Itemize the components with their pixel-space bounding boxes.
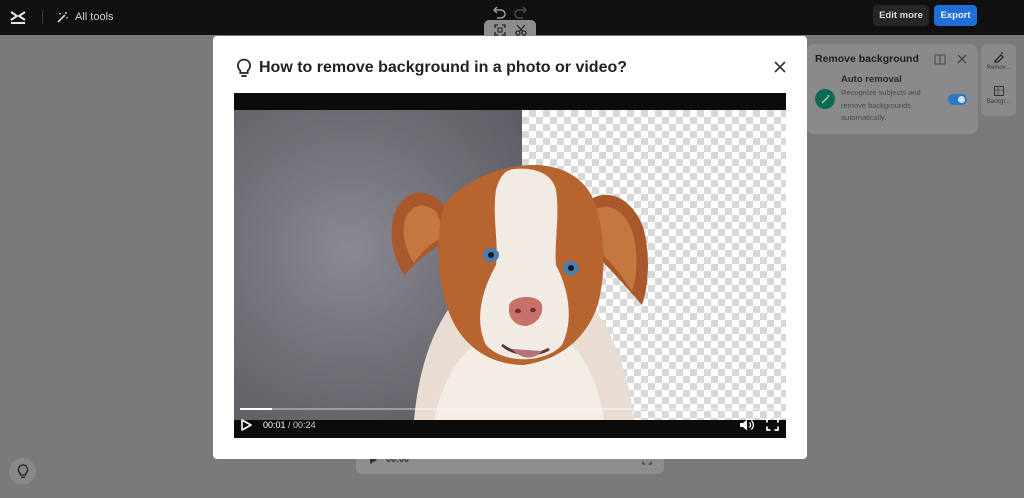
video-time: 00:01 / 00:24 — [263, 419, 316, 431]
rail-item-background-label: Backgr... — [986, 99, 1011, 105]
topbar-divider — [42, 10, 43, 24]
edit-more-button[interactable]: Edit more — [873, 5, 929, 26]
compare-icon[interactable] — [934, 54, 946, 65]
background-icon — [993, 86, 1004, 96]
side-rail: Remov... Backgr... — [981, 44, 1016, 116]
export-button[interactable]: Export — [934, 5, 977, 26]
all-tools-label: All tools — [75, 11, 114, 23]
magic-wand-icon — [57, 11, 68, 23]
rail-item-remove-label: Remov... — [986, 65, 1011, 71]
help-lightbulb-icon — [17, 464, 28, 478]
panel-title: Remove background — [815, 53, 919, 65]
fullscreen-icon[interactable] — [766, 418, 779, 431]
auto-removal-toggle[interactable] — [948, 94, 967, 105]
all-tools-button[interactable]: All tools — [56, 8, 114, 26]
eraser-icon — [993, 52, 1004, 63]
rail-item-remove[interactable]: Remov... — [981, 51, 1016, 71]
video-duration: 00:24 — [293, 420, 316, 430]
tutorial-modal: How to remove background in a photo or v… — [213, 36, 807, 459]
undo-icon[interactable] — [491, 6, 507, 20]
video-current-time: 00:01 — [263, 420, 286, 430]
rail-item-background[interactable]: Backgr... — [981, 85, 1016, 105]
close-icon[interactable] — [773, 60, 787, 74]
volume-icon[interactable] — [739, 418, 754, 432]
redo-icon[interactable] — [513, 6, 529, 20]
remove-background-panel: Remove background Auto removal Recognize… — [806, 44, 978, 134]
tutorial-video[interactable]: 00:01 / 00:24 — [234, 93, 786, 438]
video-progress-fill — [240, 408, 273, 410]
panel-close-icon[interactable] — [956, 53, 968, 65]
play-icon[interactable] — [240, 419, 252, 431]
auto-removal-icon — [815, 89, 835, 109]
dog-image — [391, 165, 648, 420]
capcut-logo-icon[interactable] — [8, 7, 28, 27]
auto-removal-title: Auto removal — [841, 74, 902, 85]
help-button[interactable] — [9, 458, 36, 485]
video-time-separator: / — [285, 420, 294, 430]
scissors-icon[interactable] — [514, 24, 527, 36]
video-progress-bar[interactable] — [240, 408, 780, 410]
crop-icon[interactable] — [493, 24, 506, 36]
modal-title: How to remove background in a photo or v… — [259, 59, 628, 76]
auto-removal-description: Recognize subjects and remove background… — [841, 88, 921, 122]
lightbulb-icon — [237, 58, 251, 77]
